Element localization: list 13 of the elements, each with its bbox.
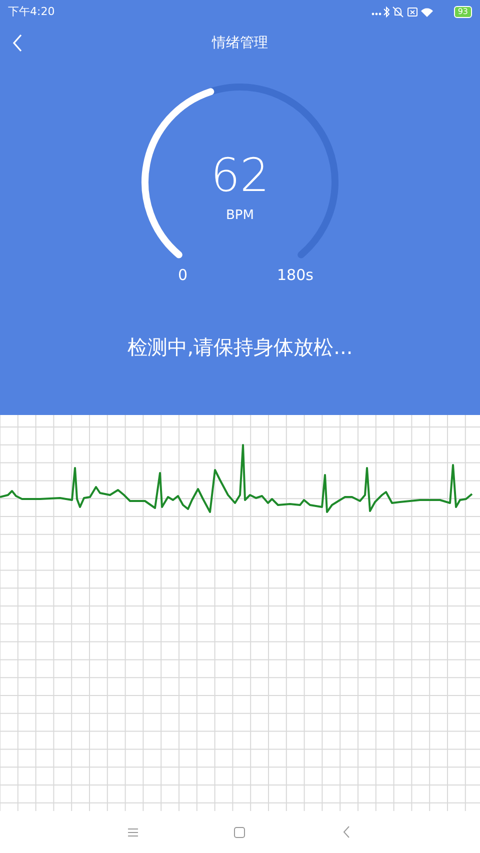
gauge-max-label: 180s (277, 265, 314, 286)
heart-rate-unit: BPM (226, 207, 254, 225)
home-icon (234, 826, 246, 838)
gauge-min-label: 0 (178, 265, 188, 286)
battery-level: 93 (454, 6, 472, 18)
status-time: 下午4:20 (8, 4, 55, 20)
back-icon (13, 34, 23, 52)
heart-rate-value: 62 (210, 152, 270, 198)
menu-icon (128, 828, 138, 836)
page-title: 情绪管理 (212, 34, 268, 52)
nav-back-icon (343, 826, 350, 838)
home-button[interactable] (232, 825, 247, 839)
status-message: 检测中,请保持身体放松... (127, 334, 353, 361)
